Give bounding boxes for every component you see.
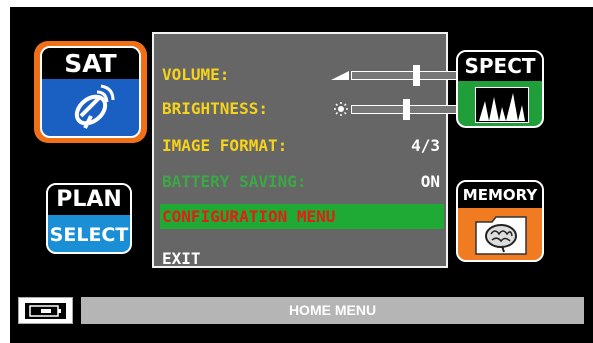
memory-label: MEMORY <box>458 182 542 208</box>
image-format-value: 4/3 <box>411 136 440 155</box>
menu-row-configuration[interactable]: CONFIGURATION MENU <box>160 204 444 229</box>
volume-ramp-icon <box>331 71 349 80</box>
brightness-slider[interactable] <box>331 99 457 120</box>
menu-row-image-format[interactable]: IMAGE FORMAT: 4/3 <box>162 133 444 158</box>
status-bar: HOME MENU <box>18 295 584 325</box>
spectrum-icon <box>475 87 529 123</box>
brain-folder-icon <box>475 216 527 255</box>
sun-icon <box>334 102 348 116</box>
select-label: SELECT <box>49 224 129 246</box>
spect-button[interactable]: SPECT <box>456 50 544 128</box>
battery-icon <box>25 303 66 319</box>
settings-menu: VOLUME: BRIGHTNESS: IMAGE FORMAT: 4/3 BA… <box>152 32 457 271</box>
sat-label: SAT <box>42 48 139 79</box>
menu-row-battery-saving[interactable]: BATTERY SAVING: ON <box>162 169 444 194</box>
battery-indicator <box>18 297 73 324</box>
battery-saving-value: ON <box>420 172 440 191</box>
volume-track <box>351 71 457 80</box>
brightness-label: BRIGHTNESS: <box>162 99 268 118</box>
exit-label: EXIT <box>162 249 201 268</box>
plan-label: PLAN <box>48 185 130 215</box>
plan-select-button[interactable]: PLAN SELECT <box>46 183 132 254</box>
volume-label: VOLUME: <box>162 65 230 84</box>
menu-row-volume[interactable]: VOLUME: <box>162 62 457 87</box>
image-format-label: IMAGE FORMAT: <box>162 136 288 155</box>
sat-button[interactable]: SAT <box>34 41 147 143</box>
volume-slider[interactable] <box>331 65 457 86</box>
sat-button-face: SAT <box>40 46 141 138</box>
menu-row-exit[interactable]: EXIT <box>162 246 444 271</box>
battery-saving-label: BATTERY SAVING: <box>162 172 307 191</box>
spect-label: SPECT <box>458 52 542 81</box>
brightness-knob[interactable] <box>402 99 410 120</box>
menu-row-brightness[interactable]: BRIGHTNESS: <box>162 96 457 121</box>
satellite-dish-icon <box>74 84 115 129</box>
configuration-menu-label: CONFIGURATION MENU <box>162 207 336 226</box>
memory-button[interactable]: MEMORY <box>456 180 544 262</box>
home-menu-bar: HOME MENU <box>81 297 584 324</box>
volume-knob[interactable] <box>413 65 421 86</box>
home-menu-title: HOME MENU <box>288 302 377 318</box>
